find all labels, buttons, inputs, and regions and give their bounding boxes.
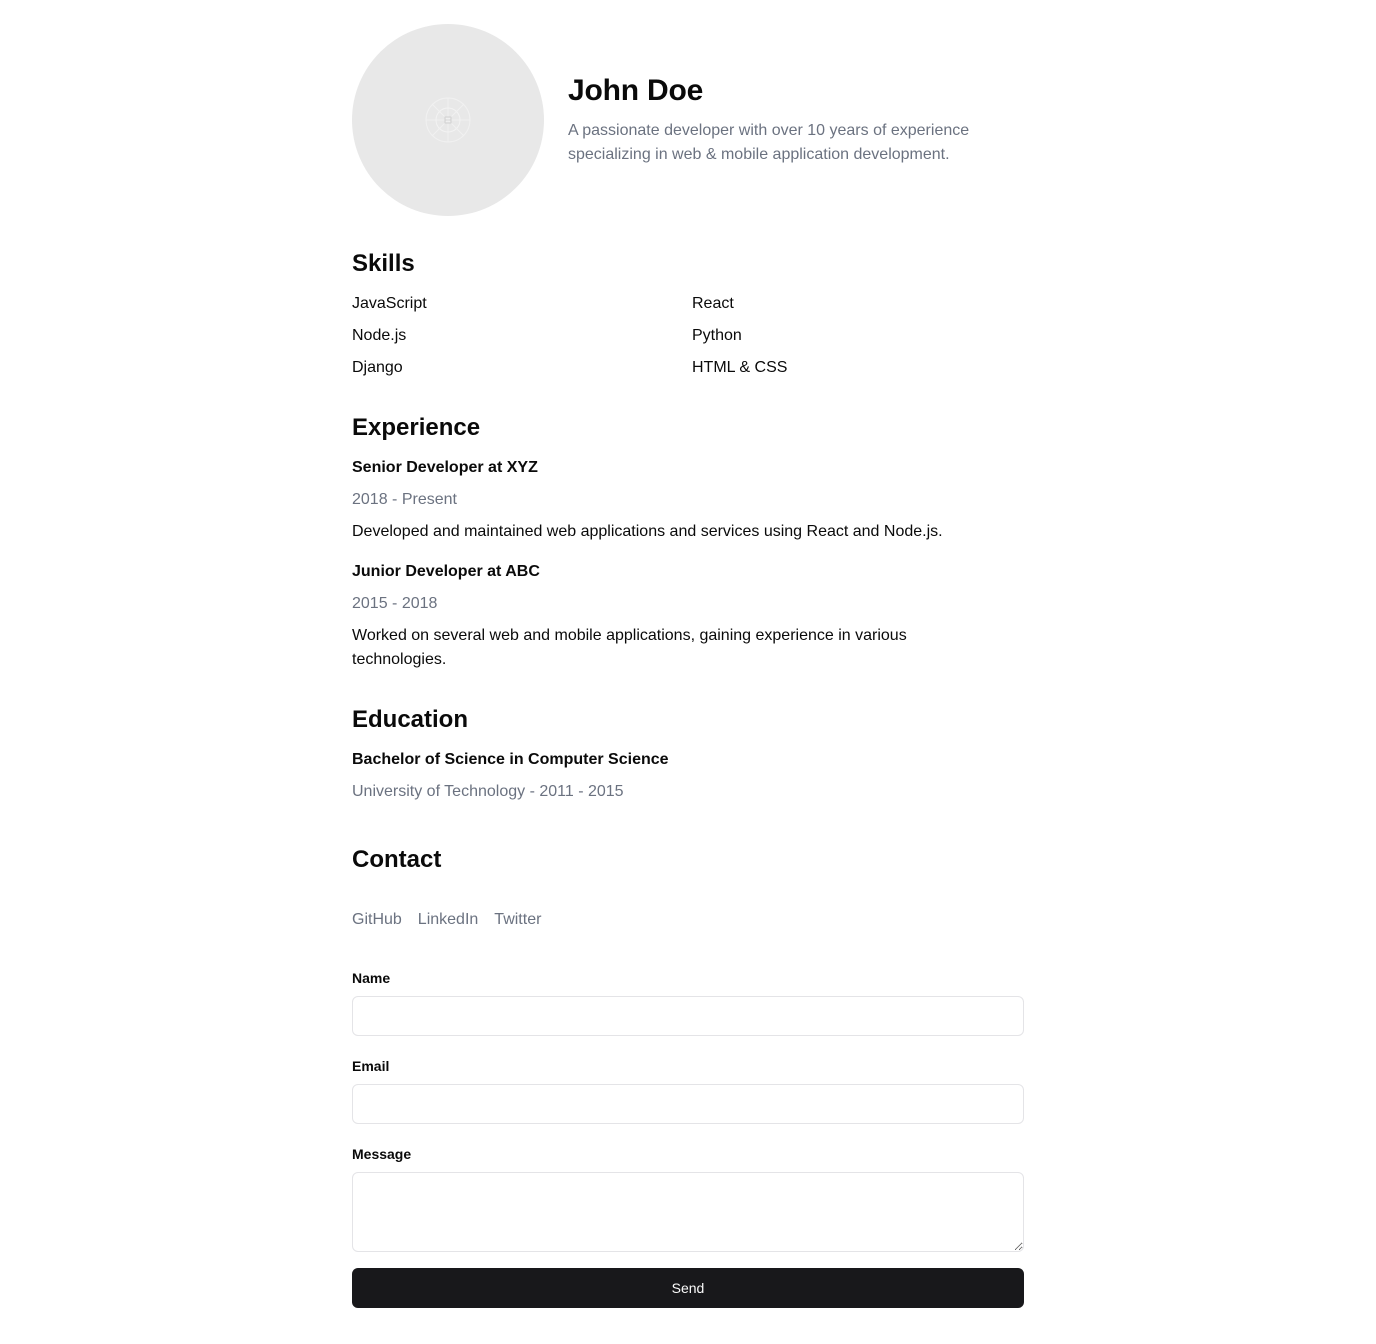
skills-title: Skills: [352, 250, 415, 277]
email-label: Email: [352, 1058, 390, 1074]
message-label: Message: [352, 1146, 412, 1162]
education-section: Education Bachelor of Science in Compute…: [352, 704, 1024, 804]
profile-name: John Doe: [568, 74, 704, 107]
experience-title: Experience: [352, 414, 481, 441]
skill-item: Python: [692, 327, 742, 344]
experience-section: Experience Senior Developer at XYZ 2018 …: [352, 412, 1024, 672]
skill-item: React: [692, 295, 734, 312]
job-entry: Senior Developer at XYZ 2018 - Present D…: [352, 456, 1024, 544]
education-degree: Bachelor of Science in Computer Science: [352, 751, 669, 768]
message-textarea[interactable]: [352, 1172, 1024, 1252]
message-field-group: Message: [352, 1144, 1024, 1252]
send-button[interactable]: Send: [352, 1268, 1024, 1308]
profile-text: John Doe A passionate developer with ove…: [568, 73, 1018, 167]
job-description: Worked on several web and mobile applica…: [352, 627, 907, 668]
skills-grid: JavaScript React Node.js Python Django H…: [352, 292, 1024, 388]
twitter-link[interactable]: Twitter: [494, 908, 541, 932]
job-dates: 2015 - 2018: [352, 595, 438, 612]
linkedin-link[interactable]: LinkedIn: [418, 908, 479, 932]
job-title: Senior Developer at XYZ: [352, 459, 538, 476]
job-description: Developed and maintained web application…: [352, 523, 943, 540]
contact-section: Contact GitHub LinkedIn Twitter Name Ema…: [352, 844, 1024, 1308]
avatar: [352, 24, 544, 216]
education-info: University of Technology - 2011 - 2015: [352, 783, 624, 800]
name-field-group: Name: [352, 968, 1024, 1036]
skill-item: JavaScript: [352, 295, 427, 312]
job-entry: Junior Developer at ABC 2015 - 2018 Work…: [352, 560, 1024, 672]
contact-form: Name Email Message Send: [352, 968, 1024, 1308]
education-title: Education: [352, 706, 469, 733]
social-links: GitHub LinkedIn Twitter: [352, 908, 1024, 932]
github-link[interactable]: GitHub: [352, 908, 402, 932]
profile-header: John Doe A passionate developer with ove…: [352, 24, 1024, 216]
name-label: Name: [352, 970, 391, 986]
skill-item: Node.js: [352, 327, 407, 344]
skills-section: Skills JavaScript React Node.js Python D…: [352, 248, 1024, 388]
email-input[interactable]: [352, 1084, 1024, 1124]
skill-item: HTML & CSS: [692, 359, 788, 376]
education-entry: Bachelor of Science in Computer Science …: [352, 748, 1024, 804]
image-placeholder-icon: [425, 97, 471, 143]
email-field-group: Email: [352, 1056, 1024, 1124]
profile-bio: A passionate developer with over 10 year…: [568, 122, 970, 163]
job-title: Junior Developer at ABC: [352, 563, 540, 580]
name-input[interactable]: [352, 996, 1024, 1036]
job-dates: 2018 - Present: [352, 491, 457, 508]
skill-item: Django: [352, 359, 403, 376]
contact-title: Contact: [352, 846, 442, 873]
resume-page: John Doe A passionate developer with ove…: [352, 0, 1024, 1308]
